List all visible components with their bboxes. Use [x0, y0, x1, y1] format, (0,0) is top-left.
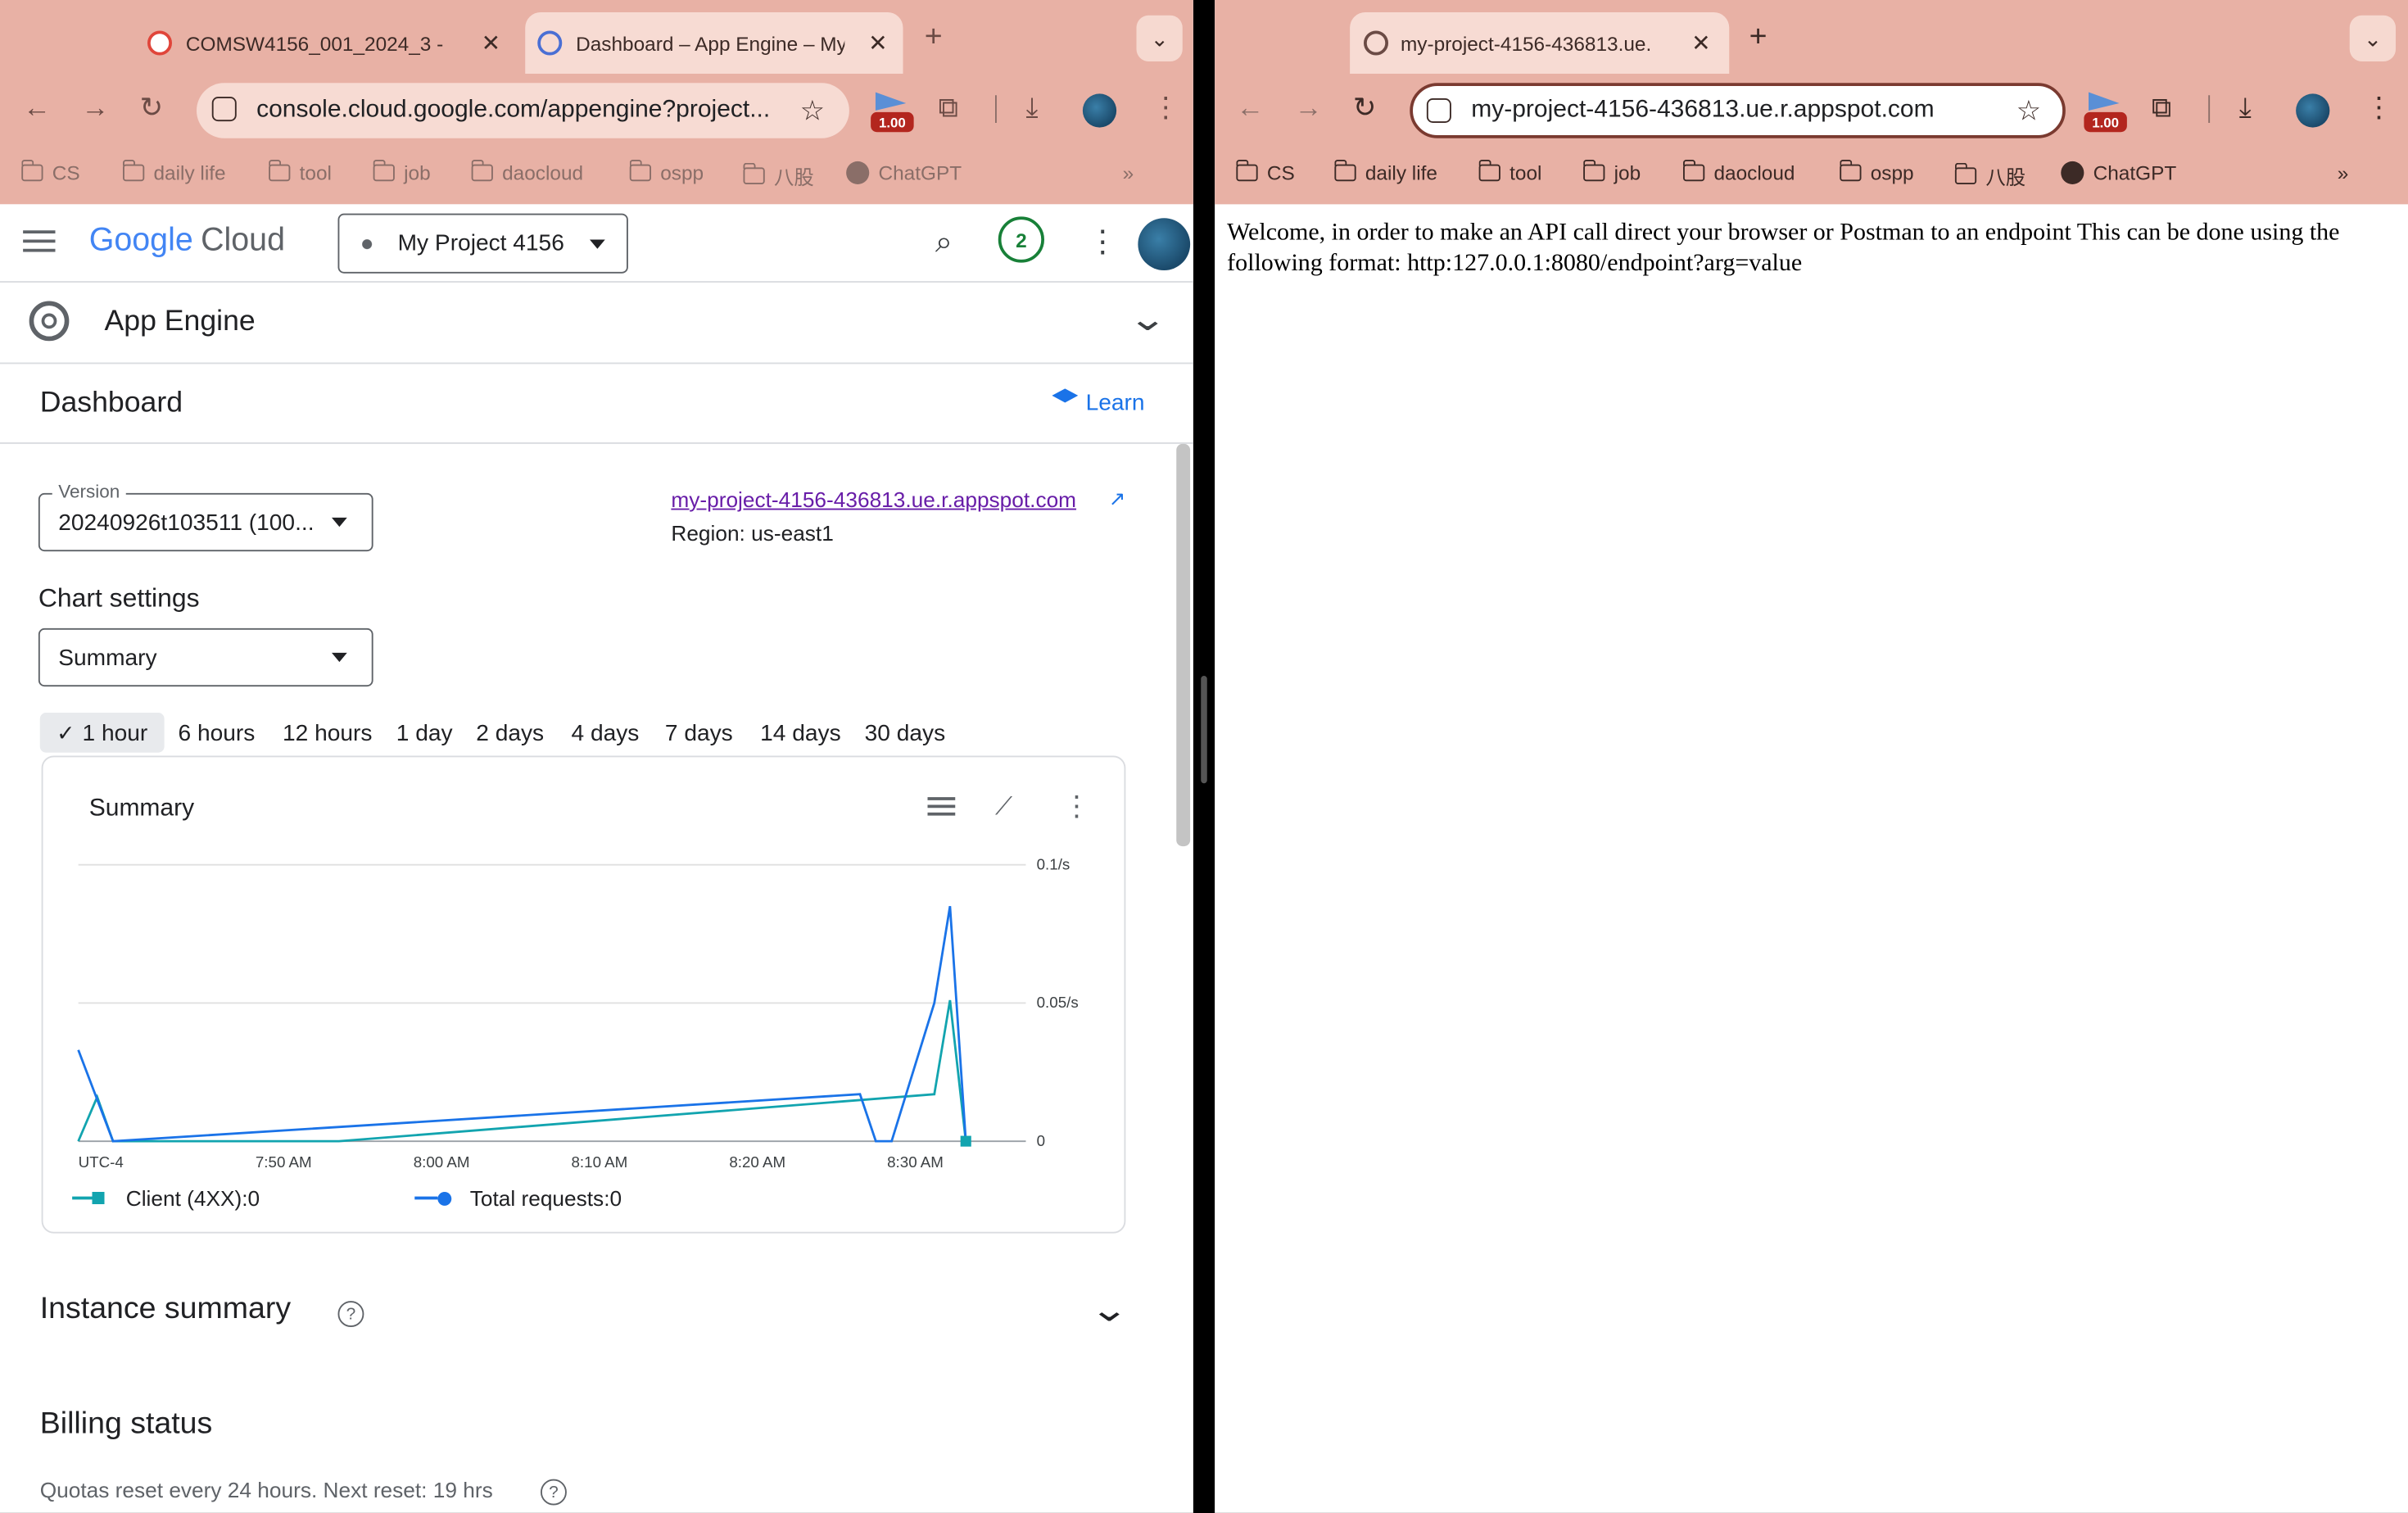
folder-icon	[1582, 160, 1605, 182]
y-tick-label: 0.1/s	[1037, 855, 1070, 872]
x-tick-label: 8:20 AM	[729, 1153, 785, 1171]
bookmark-folder[interactable]: job	[1582, 160, 1641, 184]
new-tab-icon[interactable]: +	[1749, 20, 1768, 55]
content-scrollbar[interactable]	[1176, 443, 1191, 847]
x-tick-label: 8:00 AM	[414, 1153, 470, 1171]
folder-icon	[1235, 160, 1258, 182]
folder-icon	[1478, 160, 1500, 182]
series-end-marker	[960, 1135, 971, 1147]
legend-square-marker	[92, 1192, 105, 1204]
close-tab-icon[interactable]: ✕	[1691, 29, 1711, 57]
legend-series-value: 0	[609, 1185, 622, 1211]
legend-total-requests[interactable]: Total requests: 0	[414, 1183, 622, 1214]
right-browser-window: my-project-4156-436813.ue. ✕ + ⌄ ← → ↻ m…	[1215, 0, 2408, 1513]
welcome-message: Welcome, in order to make an API call di…	[1227, 220, 2340, 277]
extension-badge: 1.00	[2084, 111, 2127, 133]
legend-series-name: Client (4XX)	[125, 1185, 242, 1211]
bookmark-folder[interactable]: 八股	[1953, 161, 2026, 191]
folder-icon	[1682, 160, 1705, 182]
legend-dot-marker	[437, 1191, 452, 1205]
bookmark-label: ospp	[1870, 161, 1914, 184]
address-bar[interactable]: my-project-4156-436813.ue.r.appspot.com …	[1410, 83, 2066, 138]
x-tick-label: 7:50 AM	[256, 1153, 312, 1171]
back-icon[interactable]: ←	[1236, 93, 1264, 125]
bookmark-label: daocloud	[1713, 161, 1795, 184]
tab-appspot[interactable]: my-project-4156-436813.ue. ✕	[1350, 12, 1730, 74]
extensions-puzzle-icon[interactable]: ⧉	[2152, 93, 2171, 125]
toolbar-divider	[2208, 95, 2211, 123]
split-view-handle[interactable]	[1201, 676, 1207, 784]
x-tick-label: UTC-4	[79, 1153, 124, 1171]
browser-chrome: my-project-4156-436813.ue. ✕ + ⌄ ← → ↻ m…	[1215, 0, 2408, 205]
help-icon[interactable]: ?	[337, 1301, 364, 1327]
billing-status-heading: Billing status	[39, 1407, 213, 1441]
x-tick-label: 8:10 AM	[572, 1153, 628, 1171]
bookmark-folder[interactable]: CS	[1235, 160, 1295, 184]
x-tick-label: 8:30 AM	[887, 1153, 944, 1171]
y-tick-label: 0	[1037, 1132, 1045, 1149]
legend-colon: :	[242, 1185, 248, 1211]
series-line	[77, 906, 967, 1143]
bookmark-label: job	[1614, 161, 1641, 184]
legend-line	[72, 1196, 93, 1200]
legend-series-name: Total requests	[469, 1185, 604, 1211]
bookmarks-bar: CS daily life tool job daocloud ospp 八股 …	[1215, 154, 2408, 197]
bookmark-star-icon[interactable]: ☆	[2016, 94, 2041, 126]
legend-series-value: 0	[247, 1185, 260, 1211]
bookmark-label: ChatGPT	[2093, 161, 2177, 184]
y-tick-label: 0.05/s	[1037, 994, 1079, 1011]
chatgpt-icon	[2061, 161, 2084, 184]
legend-colon: :	[604, 1185, 610, 1211]
summary-chart: 0.1/s 0.05/s 0 UTC-4 7:50 AM 8:00 AM 8:10 AM 8:…	[77, 855, 1079, 1171]
quota-help-icon[interactable]: ?	[541, 1479, 567, 1506]
site-settings-icon[interactable]	[1426, 98, 1451, 123]
legend-client-4xx[interactable]: Client (4XX): 0	[72, 1183, 260, 1214]
bookmark-label: tool	[1510, 161, 1542, 184]
profile-avatar[interactable]	[2296, 93, 2330, 128]
folder-icon	[1953, 162, 1977, 184]
quota-text: Quotas reset every 24 hours. Next reset:…	[39, 1477, 493, 1502]
forward-icon[interactable]: →	[1295, 93, 1323, 125]
bookmark-label: CS	[1266, 161, 1295, 184]
bookmark-folder[interactable]: ospp	[1839, 160, 1914, 184]
left-browser-window: COMSW4156_001_2024_3 - ✕ Dashboard – App…	[0, 0, 1193, 1513]
tab-title: my-project-4156-436813.ue.	[1401, 31, 1652, 55]
reload-icon[interactable]: ↻	[1353, 93, 1376, 125]
browser-menu-icon[interactable]: ⋮	[2365, 93, 2393, 125]
url-text: my-project-4156-436813.ue.r.appspot.com	[1471, 97, 1935, 123]
bookmark-chatgpt[interactable]: ChatGPT	[2061, 161, 2176, 184]
bookmark-label: 八股	[1985, 165, 2026, 189]
instance-summary-heading: Instance summary	[39, 1291, 292, 1326]
more-bookmarks-icon[interactable]: »	[2338, 161, 2349, 184]
bookmark-folder[interactable]: daocloud	[1682, 160, 1795, 184]
globe-favicon-icon	[1364, 30, 1388, 56]
bookmark-label: daily life	[1365, 161, 1437, 184]
instance-summary-expand-chevron-icon[interactable]: ⌄	[1089, 1290, 1129, 1330]
extension-icon[interactable]	[2089, 92, 2120, 111]
folder-icon	[1839, 160, 1862, 182]
series-line	[77, 999, 967, 1143]
tab-search-chevron-icon[interactable]: ⌄	[2349, 15, 2396, 61]
folder-icon	[1333, 160, 1356, 182]
download-icon[interactable]: ⤓	[2239, 93, 2252, 125]
bookmark-folder[interactable]: daily life	[1333, 160, 1437, 184]
legend-line	[414, 1196, 438, 1200]
bookmark-folder[interactable]: tool	[1478, 160, 1542, 184]
